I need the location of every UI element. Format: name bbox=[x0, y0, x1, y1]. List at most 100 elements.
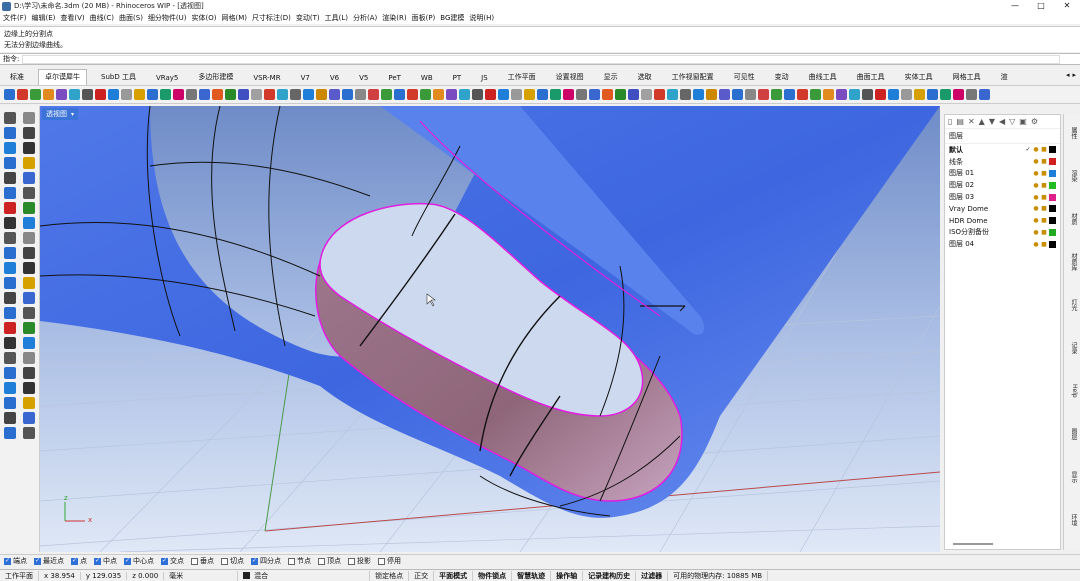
tab-visibility[interactable]: 可见性 bbox=[728, 70, 761, 85]
left-tool-icon[interactable] bbox=[4, 172, 16, 184]
current-layer-check-icon[interactable]: ✓ bbox=[1025, 146, 1031, 153]
checkbox[interactable]: ✓ bbox=[4, 557, 11, 565]
tab-mesh-tools[interactable]: 网格工具 bbox=[947, 70, 987, 85]
toolbar-tool-icon[interactable] bbox=[693, 89, 704, 100]
toolbar-tool-icon[interactable] bbox=[290, 89, 301, 100]
side-tab[interactable]: 显示 bbox=[1066, 462, 1078, 492]
layer-color-swatch[interactable] bbox=[1049, 158, 1056, 166]
left-tool-icon[interactable] bbox=[23, 172, 35, 184]
toolbar-tool-icon[interactable] bbox=[849, 89, 860, 100]
menu-surface[interactable]: 曲面(S) bbox=[119, 13, 143, 23]
toolbar-tool-icon[interactable] bbox=[953, 89, 964, 100]
side-tab[interactable]: 属性 bbox=[1066, 118, 1078, 148]
status-cplane[interactable]: 工作平面 bbox=[0, 570, 39, 581]
left-tool-icon[interactable] bbox=[4, 397, 16, 409]
layer-scrollbar[interactable] bbox=[953, 543, 993, 545]
toolbar-tool-icon[interactable] bbox=[446, 89, 457, 100]
toolbar-tool-icon[interactable] bbox=[576, 89, 587, 100]
lock-icon[interactable]: ■ bbox=[1041, 182, 1047, 189]
toolbar-tool-icon[interactable] bbox=[498, 89, 509, 100]
tab-viewport-layout[interactable]: 工作视窗配置 bbox=[666, 70, 720, 85]
left-tool-icon[interactable] bbox=[4, 307, 16, 319]
osnap-option[interactable]: ✓ 点 bbox=[71, 556, 87, 566]
toolbar-tool-icon[interactable] bbox=[173, 89, 184, 100]
left-tool-icon[interactable] bbox=[23, 142, 35, 154]
toolbar-tool-icon[interactable] bbox=[602, 89, 613, 100]
checkbox[interactable] bbox=[348, 557, 355, 565]
layer-row[interactable]: 图层 02 ● ■ bbox=[945, 179, 1060, 191]
toolbar-tool-icon[interactable] bbox=[238, 89, 249, 100]
layer-row[interactable]: Vray Dome ● ■ bbox=[945, 203, 1060, 215]
tab-v7[interactable]: V7 bbox=[295, 72, 316, 85]
toolbar-tool-icon[interactable] bbox=[472, 89, 483, 100]
left-tool-icon[interactable] bbox=[23, 367, 35, 379]
left-tool-icon[interactable] bbox=[4, 337, 16, 349]
toolbar-tool-icon[interactable] bbox=[82, 89, 93, 100]
left-tool-icon[interactable] bbox=[4, 292, 16, 304]
tab-set-view[interactable]: 设置视图 bbox=[550, 70, 590, 85]
lightbulb-icon[interactable]: ● bbox=[1033, 194, 1039, 201]
status-toggle[interactable]: 锁定格点 bbox=[370, 570, 410, 581]
toolbar-tool-icon[interactable] bbox=[30, 89, 41, 100]
toolbar-tool-icon[interactable] bbox=[758, 89, 769, 100]
toolbar-tool-icon[interactable] bbox=[966, 89, 977, 100]
toolbar-tool-icon[interactable] bbox=[69, 89, 80, 100]
viewport-label[interactable]: 透视图 ▾ bbox=[42, 108, 79, 120]
left-tool-icon[interactable] bbox=[4, 412, 16, 424]
toolbar-tool-icon[interactable] bbox=[875, 89, 886, 100]
toolbar-tool-icon[interactable] bbox=[654, 89, 665, 100]
lightbulb-icon[interactable]: ● bbox=[1033, 217, 1039, 224]
left-tool-icon[interactable] bbox=[23, 292, 35, 304]
osnap-option[interactable]: ✓ 四分点 bbox=[251, 556, 281, 566]
left-tool-icon[interactable] bbox=[23, 427, 35, 439]
lightbulb-icon[interactable]: ● bbox=[1033, 205, 1039, 212]
toolbar-tool-icon[interactable] bbox=[121, 89, 132, 100]
left-tool-icon[interactable] bbox=[4, 382, 16, 394]
maximize-button[interactable]: □ bbox=[1028, 0, 1054, 12]
toolbar-tool-icon[interactable] bbox=[823, 89, 834, 100]
left-tool-icon[interactable] bbox=[23, 337, 35, 349]
toolbar-tool-icon[interactable] bbox=[550, 89, 561, 100]
toolbar-tool-icon[interactable] bbox=[420, 89, 431, 100]
toolbar-tool-icon[interactable] bbox=[95, 89, 106, 100]
left-tool-icon[interactable] bbox=[23, 412, 35, 424]
toolbar-tool-icon[interactable] bbox=[459, 89, 470, 100]
new-layer-icon[interactable]: ▯ bbox=[948, 117, 952, 126]
left-tool-icon[interactable] bbox=[23, 157, 35, 169]
toolbar-tool-icon[interactable] bbox=[706, 89, 717, 100]
left-tool-icon[interactable] bbox=[23, 232, 35, 244]
move-down-icon[interactable]: ▼ bbox=[989, 117, 995, 126]
osnap-option[interactable]: 节点 bbox=[288, 556, 311, 566]
perspective-viewport[interactable]: 透视图 ▾ z x bbox=[40, 106, 940, 552]
tab-pt[interactable]: PT bbox=[447, 72, 468, 85]
osnap-option[interactable]: ✓ 中点 bbox=[94, 556, 117, 566]
close-button[interactable]: ✕ bbox=[1054, 0, 1080, 12]
osnap-option[interactable]: 切点 bbox=[221, 556, 244, 566]
layer-row[interactable]: ISO分割备份 ● ■ bbox=[945, 227, 1060, 239]
osnap-option[interactable]: ✓ 端点 bbox=[4, 556, 27, 566]
menu-view[interactable]: 查看(V) bbox=[60, 13, 84, 23]
lightbulb-icon[interactable]: ● bbox=[1033, 229, 1039, 236]
left-tool-icon[interactable] bbox=[4, 352, 16, 364]
osnap-option[interactable]: ✓ 中心点 bbox=[124, 556, 154, 566]
osnap-option[interactable]: 投影 bbox=[348, 556, 371, 566]
toolbar-tool-icon[interactable] bbox=[407, 89, 418, 100]
toolbar-tool-icon[interactable] bbox=[524, 89, 535, 100]
side-tab[interactable]: 灯光 bbox=[1066, 290, 1078, 320]
osnap-option[interactable]: 停用 bbox=[378, 556, 401, 566]
toolbar-tool-icon[interactable] bbox=[797, 89, 808, 100]
tab-standard[interactable]: 标准 bbox=[4, 70, 30, 85]
left-tool-icon[interactable] bbox=[4, 112, 16, 124]
toolbar-tool-icon[interactable] bbox=[316, 89, 327, 100]
left-tool-icon[interactable] bbox=[4, 247, 16, 259]
left-tool-icon[interactable] bbox=[4, 202, 16, 214]
toolbar-tool-icon[interactable] bbox=[433, 89, 444, 100]
tab-vray5[interactable]: VRay5 bbox=[150, 72, 184, 85]
menu-file[interactable]: 文件(F) bbox=[3, 13, 27, 23]
layer-row[interactable]: 图层 01 ● ■ bbox=[945, 168, 1060, 180]
toolbar-tool-icon[interactable] bbox=[264, 89, 275, 100]
layer-row[interactable]: 默认 ✓ ● ■ bbox=[945, 144, 1060, 156]
checkbox[interactable] bbox=[221, 557, 228, 565]
lock-icon[interactable]: ■ bbox=[1041, 205, 1047, 212]
tab-vsr-mr[interactable]: VSR-MR bbox=[247, 72, 286, 85]
